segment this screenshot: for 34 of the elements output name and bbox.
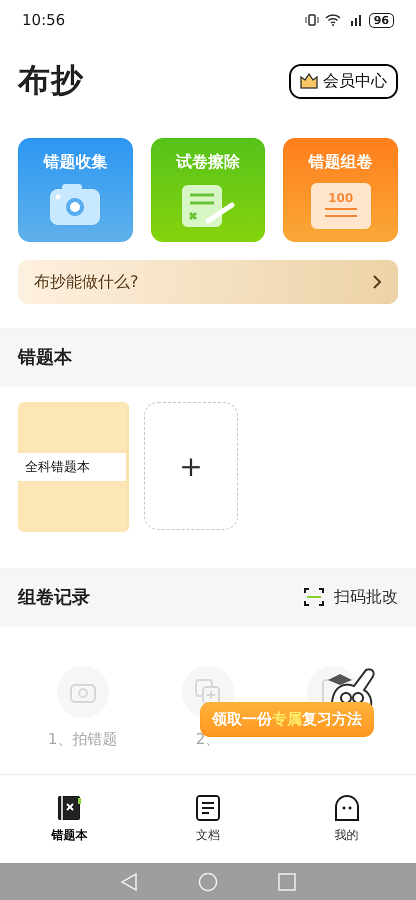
vip-center-button[interactable]: 会员中心: [289, 64, 398, 98]
nav-tab[interactable]: 文档: [168, 794, 248, 844]
note-pencil-icon: [180, 183, 236, 229]
app-logo: 布抄: [18, 60, 84, 101]
section-title: 组卷记录: [18, 586, 90, 609]
camera-icon: [48, 183, 102, 227]
scan-grade-button[interactable]: 扫码批改: [304, 586, 398, 608]
notebook-cover[interactable]: 全科错题本: [18, 402, 126, 532]
feature-label: 错题收集: [43, 152, 108, 173]
ghost-face-icon: [334, 794, 360, 820]
step-label: 1、拍错题: [48, 730, 118, 749]
feature-label: 试卷擦除: [176, 152, 240, 173]
recents-icon[interactable]: [278, 872, 296, 890]
wifi-icon: [324, 14, 341, 26]
section-title: 错题本: [18, 346, 72, 369]
battery-level: 96: [368, 12, 394, 28]
add-notebook-button[interactable]: +: [144, 402, 238, 530]
notebook-icon: [56, 794, 82, 820]
scroll-paper-icon: 100: [310, 183, 371, 229]
home-icon[interactable]: [198, 872, 218, 892]
chevron-right-icon: [372, 274, 382, 290]
notebook-name: 全科错题本: [18, 453, 126, 481]
back-icon[interactable]: [120, 872, 138, 892]
document-icon: [194, 794, 221, 820]
nav-tab[interactable]: 我的: [306, 794, 387, 844]
banner-label: 布抄能做什么?: [34, 272, 138, 292]
scan-icon: [304, 588, 324, 606]
camera-icon: [70, 681, 96, 703]
nav-tab[interactable]: 错题本: [29, 794, 110, 844]
crown-icon: [300, 73, 318, 89]
intro-banner[interactable]: 布抄能做什么?: [18, 260, 398, 304]
vibrate-icon: [304, 14, 319, 26]
feature-label: 错题组卷: [308, 152, 373, 173]
status-time: 10:56: [22, 11, 66, 29]
